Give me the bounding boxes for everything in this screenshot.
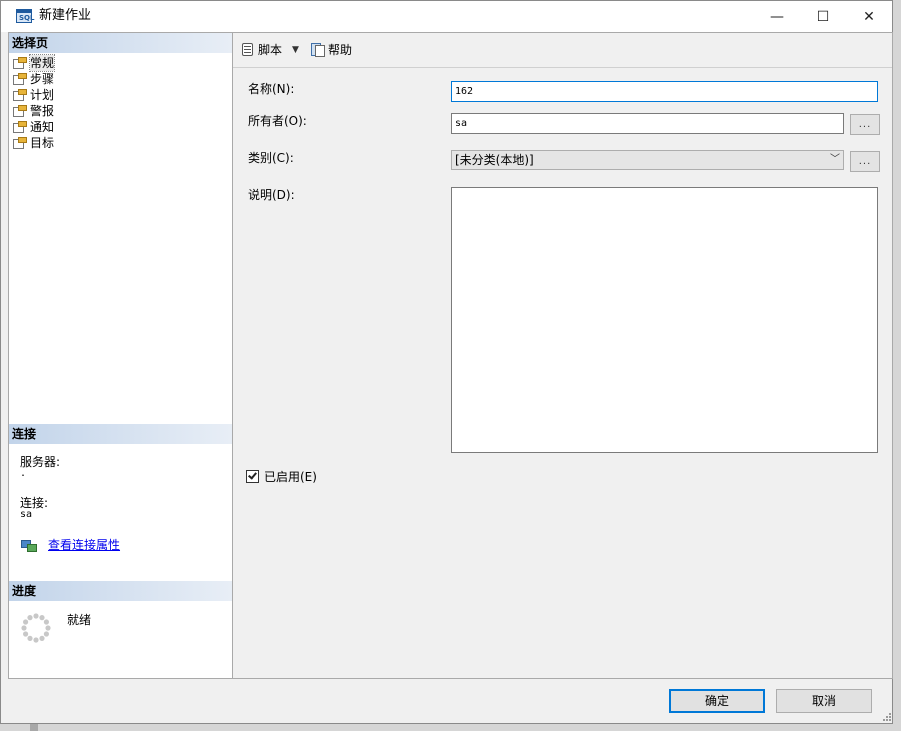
dialog-footer: 确定 取消 (8, 679, 893, 724)
help-button[interactable]: 帮助 (310, 41, 352, 58)
category-value: [未分类(本地)] (455, 153, 534, 167)
right-pane: 脚本 ▼ 帮助 名称(N): 162 所有者(O): sa ... 类别(C):… (232, 32, 893, 679)
new-job-dialog: SQL 新建作业 — ☐ ✕ 选择页 常规 步骤 计划 警报 通知 目标 连接 … (0, 0, 893, 724)
title-bar[interactable]: SQL 新建作业 — ☐ ✕ (1, 1, 892, 32)
close-button[interactable]: ✕ (846, 1, 892, 32)
category-label: 类别(C): (248, 151, 294, 165)
page-item-steps[interactable]: 步骤 (12, 71, 54, 87)
connection-properties-icon (20, 537, 38, 553)
page-item-general[interactable]: 常规 (12, 54, 56, 72)
page-item-label: 步骤 (30, 72, 55, 86)
app-icon: SQL (16, 9, 34, 23)
chevron-down-icon: ﹀ (830, 154, 840, 165)
page-item-label: 通知 (30, 120, 55, 134)
resize-grip-icon[interactable] (882, 712, 892, 722)
window-title: 新建作业 (39, 8, 92, 23)
description-label: 说明(D): (248, 188, 295, 202)
owner-input[interactable]: sa (451, 113, 844, 134)
minimize-icon: — (770, 8, 784, 25)
checkmark-icon (248, 470, 257, 480)
page-item-notifications[interactable]: 通知 (12, 119, 54, 135)
page-item-label: 计划 (30, 88, 55, 102)
view-connection-properties-link[interactable]: 查看连接属性 (48, 536, 120, 553)
left-pane: 选择页 常规 步骤 计划 警报 通知 目标 连接 服务器: . 连接: sa 查… (8, 32, 232, 679)
page-icon (12, 120, 28, 134)
maximize-icon: ☐ (816, 8, 830, 25)
enabled-checkbox-row[interactable]: 已启用(E) (246, 468, 317, 485)
description-textarea[interactable] (451, 187, 878, 453)
page-item-schedules[interactable]: 计划 (12, 87, 54, 103)
page-icon (12, 72, 28, 86)
script-button[interactable]: 脚本 ▼ (240, 41, 299, 58)
page-item-label: 警报 (30, 104, 55, 118)
page-icon (12, 104, 28, 118)
page-icon (12, 136, 28, 150)
script-label: 脚本 (258, 43, 283, 57)
server-value: . (20, 468, 27, 479)
owner-label: 所有者(O): (248, 114, 307, 128)
chevron-down-icon[interactable]: ▼ (292, 45, 299, 55)
progress-status: 就绪 (67, 613, 92, 627)
progress-spinner-icon (21, 613, 51, 643)
help-icon (310, 42, 326, 58)
connection-header: 连接 (9, 424, 232, 444)
page-icon (12, 56, 28, 70)
category-select[interactable]: [未分类(本地)] ﹀ (451, 150, 844, 170)
close-icon: ✕ (863, 8, 875, 25)
page-item-label: 常规 (28, 54, 56, 72)
help-label: 帮助 (328, 43, 353, 57)
toolbar: 脚本 ▼ 帮助 (233, 33, 892, 68)
ok-button[interactable]: 确定 (669, 689, 765, 713)
page-item-alerts[interactable]: 警报 (12, 103, 54, 119)
name-label: 名称(N): (248, 82, 295, 96)
progress-header: 进度 (9, 581, 232, 601)
select-page-header: 选择页 (9, 33, 232, 53)
page-item-label: 目标 (30, 136, 55, 150)
page-item-targets[interactable]: 目标 (12, 135, 54, 151)
owner-browse-button[interactable]: ... (850, 114, 880, 135)
enabled-label: 已启用(E) (264, 470, 317, 484)
maximize-button[interactable]: ☐ (800, 1, 846, 32)
connection-value: sa (20, 509, 33, 520)
category-browse-button[interactable]: ... (850, 151, 880, 172)
page-list: 常规 步骤 计划 警报 通知 目标 (12, 54, 56, 151)
script-icon (240, 42, 256, 58)
enabled-checkbox[interactable] (246, 470, 259, 483)
page-icon (12, 88, 28, 102)
minimize-button[interactable]: — (754, 1, 800, 32)
view-connection-properties[interactable]: 查看连接属性 (20, 536, 120, 553)
name-input[interactable]: 162 (451, 81, 878, 102)
cancel-button[interactable]: 取消 (776, 689, 872, 713)
background-window-edge (30, 724, 38, 731)
